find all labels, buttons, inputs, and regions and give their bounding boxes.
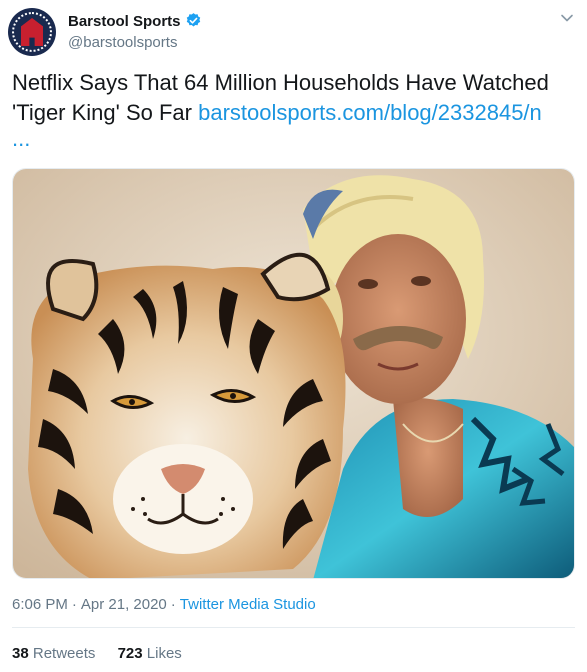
retweets-label: Retweets (32, 645, 96, 662)
tweet-text: Netflix Says That 64 Million Households … (12, 68, 572, 128)
tweet-card: Barstool Sports @barstoolsports Netflix … (0, 0, 587, 672)
likes-label: Likes (146, 645, 182, 662)
photo-icon (13, 169, 574, 578)
avatar[interactable] (8, 8, 56, 56)
link-ellipsis[interactable]: ... (12, 128, 30, 150)
tweet-time[interactable]: 6:06 PM (12, 596, 68, 613)
verified-badge-icon (186, 13, 200, 27)
tweet-photo[interactable] (12, 168, 575, 579)
retweets-stat[interactable]: 38 Retweets (12, 645, 95, 662)
tweet-date[interactable]: Apr 21, 2020 (81, 596, 167, 613)
separator-dot: · (170, 596, 176, 613)
author-display-name[interactable]: Barstool Sports (68, 13, 181, 30)
separator-dot: · (71, 596, 77, 613)
likes-count: 723 (117, 645, 143, 662)
chevron-down-icon[interactable] (559, 10, 575, 26)
author-handle[interactable]: @barstoolsports (68, 34, 177, 51)
engagement-stats: 38 Retweets 723 Likes (12, 645, 200, 662)
tweet-source-link[interactable]: Twitter Media Studio (180, 596, 316, 613)
divider (12, 627, 575, 628)
tweet-link[interactable]: barstoolsports.com/blog/2332845/n (198, 100, 542, 125)
author-name-row[interactable]: Barstool Sports (68, 12, 202, 30)
retweets-count: 38 (12, 645, 29, 662)
timestamp-row: 6:06 PM · Apr 21, 2020 · Twitter Media Studi… (12, 596, 316, 613)
likes-stat[interactable]: 723 Likes (118, 645, 182, 662)
